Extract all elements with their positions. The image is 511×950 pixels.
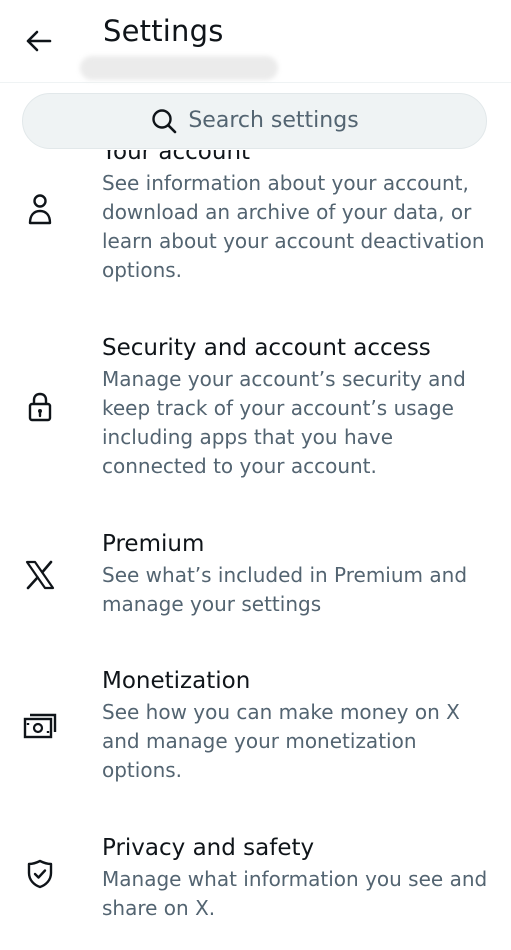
settings-item-description: See how you can make money on X and mana… — [102, 700, 460, 782]
settings-item-description: Manage what information you see and shar… — [102, 867, 488, 920]
settings-item-monetization[interactable]: Monetization See how you can make money … — [0, 656, 511, 806]
settings-item-description: Manage your account’s security and keep … — [102, 367, 466, 478]
settings-item-privacy[interactable]: Privacy and safety Manage what informati… — [0, 825, 511, 950]
settings-item-description: See what’s included in Premium and manag… — [102, 563, 468, 616]
person-icon — [22, 192, 58, 228]
settings-item-premium[interactable]: Premium See what’s included in Premium a… — [0, 518, 511, 638]
settings-item-title: Monetization — [102, 668, 251, 694]
settings-item-your-account[interactable]: Your account See information about your … — [0, 0, 511, 300]
lock-icon — [22, 389, 58, 425]
settings-item-title: Security and account access — [102, 335, 431, 361]
x-logo-icon — [22, 557, 58, 593]
settings-item-title: Your account — [102, 139, 251, 163]
settings-item-description: See information about your account, down… — [102, 171, 485, 282]
money-icon — [22, 708, 58, 744]
settings-item-title: Premium — [102, 531, 205, 557]
settings-item-title: Privacy and safety — [102, 835, 315, 861]
shield-check-icon — [22, 856, 58, 892]
settings-item-security[interactable]: Security and account access Manage your … — [0, 320, 511, 500]
